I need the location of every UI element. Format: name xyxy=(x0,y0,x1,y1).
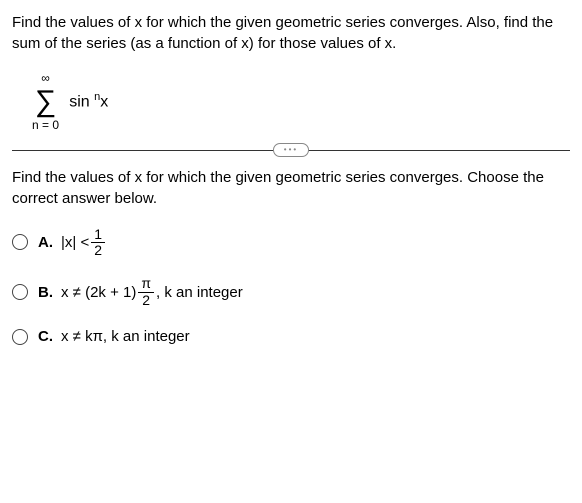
option-b[interactable]: B. x ≠ (2k + 1) π 2 , k an integer xyxy=(12,276,570,308)
option-b-math: x ≠ (2k + 1) π 2 , k an integer xyxy=(61,276,243,308)
option-b-num: π xyxy=(138,276,154,292)
option-c-text: x ≠ kπ, k an integer xyxy=(61,326,190,347)
option-b-den: 2 xyxy=(139,293,153,308)
option-a-fraction: 1 2 xyxy=(91,227,105,259)
option-a-den: 2 xyxy=(91,243,105,258)
option-a-math: |x| < 1 2 xyxy=(61,227,107,259)
term-base: sin xyxy=(69,93,89,110)
term-variable: x xyxy=(100,93,108,110)
sub-question-text: Find the values of x for which the given… xyxy=(12,167,570,209)
sigma-term: sin nx xyxy=(69,90,108,114)
option-b-fraction: π 2 xyxy=(138,276,154,308)
question-text: Find the values of x for which the given… xyxy=(12,12,570,54)
radio-a[interactable] xyxy=(12,234,28,250)
option-b-pre: x ≠ (2k + 1) xyxy=(61,282,136,303)
option-a-lhs: |x| < xyxy=(61,232,89,253)
option-a-label: A. xyxy=(38,232,53,253)
expand-pill-icon[interactable]: ••• xyxy=(273,143,309,157)
sigma-symbol: ∑ xyxy=(35,87,56,117)
option-b-post: , k an integer xyxy=(156,282,243,303)
option-c-label: C. xyxy=(38,326,53,347)
radio-c[interactable] xyxy=(12,329,28,345)
option-c-math: x ≠ kπ, k an integer xyxy=(61,326,190,347)
radio-b[interactable] xyxy=(12,284,28,300)
options-group: A. |x| < 1 2 B. x ≠ (2k + 1) π 2 , k an … xyxy=(12,227,570,348)
option-a-num: 1 xyxy=(91,227,105,243)
option-b-label: B. xyxy=(38,282,53,303)
series-formula: ∞ ∑ n = 0 sin nx xyxy=(32,70,570,134)
option-c[interactable]: C. x ≠ kπ, k an integer xyxy=(12,326,570,347)
sigma-lower: n = 0 xyxy=(32,117,59,134)
option-a[interactable]: A. |x| < 1 2 xyxy=(12,227,570,259)
